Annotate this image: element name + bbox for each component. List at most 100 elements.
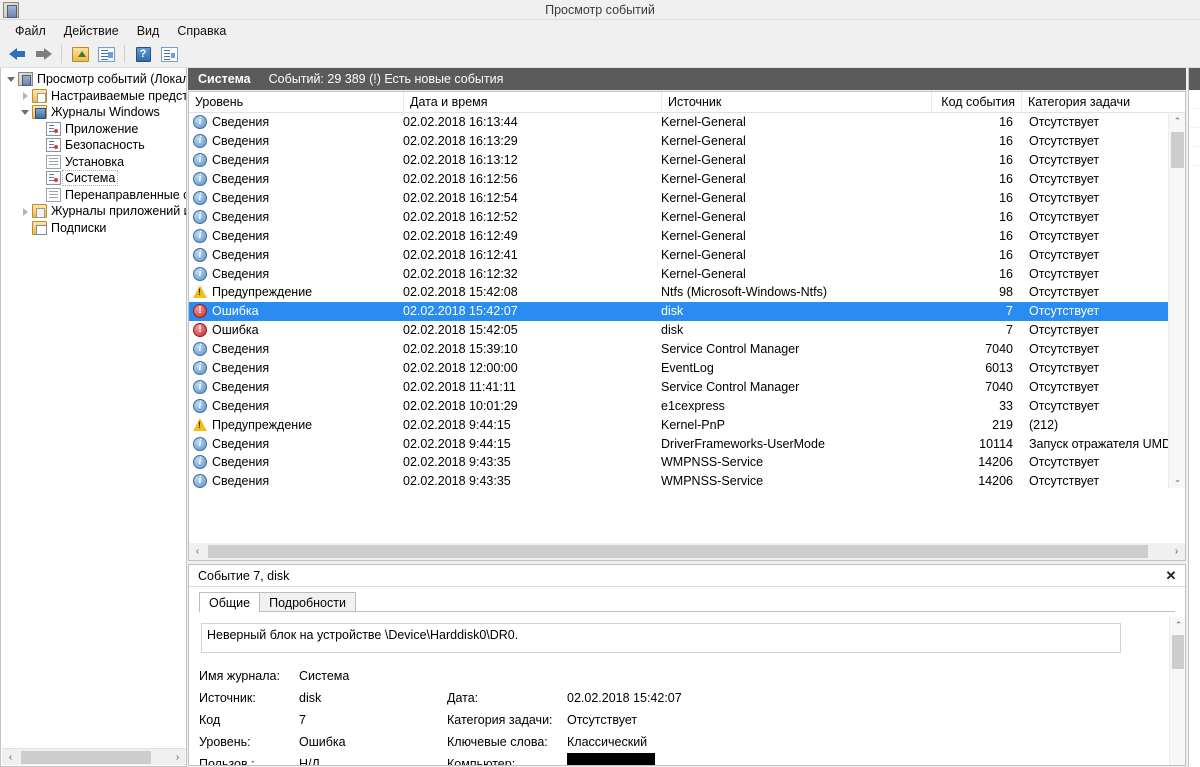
tree-node-4[interactable]: Безопасность — [1, 137, 187, 154]
tree-node-8[interactable]: Журналы приложений и сл — [1, 203, 187, 220]
tab-general[interactable]: Общие — [199, 592, 260, 612]
menu-action[interactable]: Действие — [55, 22, 128, 40]
table-row[interactable]: Предупреждение02.02.2018 15:42:08Ntfs (M… — [189, 283, 1185, 302]
column-header-date[interactable]: Дата и время — [403, 92, 661, 113]
table-row[interactable]: Сведения02.02.2018 16:12:56Kernel-Genera… — [189, 170, 1185, 189]
table-row[interactable]: Сведения02.02.2018 9:43:35WMPNSS-Service… — [189, 472, 1185, 488]
close-icon[interactable]: ✕ — [1163, 568, 1179, 584]
actions-pane-item[interactable] — [1189, 128, 1200, 147]
info-icon — [193, 134, 207, 148]
event-detail-vertical-scrollbar[interactable]: ⌃ — [1169, 617, 1185, 765]
event-list-horizontal-scrollbar[interactable]: ‹ › — [189, 543, 1185, 560]
event-list-vertical-scrollbar[interactable]: ⌃ ⌄ — [1168, 113, 1185, 488]
cell-date: 02.02.2018 16:12:52 — [403, 210, 661, 224]
table-row[interactable]: Сведения02.02.2018 10:01:29e1cexpress33О… — [189, 396, 1185, 415]
tree-node-3[interactable]: Приложение — [1, 121, 187, 138]
chevron-open-icon[interactable] — [19, 106, 32, 119]
tree-scroll-left-icon[interactable]: ‹ — [2, 749, 19, 766]
cell-source: WMPNSS-Service — [661, 474, 931, 488]
table-row[interactable]: Сведения02.02.2018 12:00:00EventLog6013О… — [189, 359, 1185, 378]
tab-details[interactable]: Подробности — [259, 592, 356, 612]
cell-category: Отсутствует — [1021, 153, 1181, 167]
tree-node-0[interactable]: Просмотр событий (Локальн — [1, 71, 187, 88]
event-message-box[interactable]: Неверный блок на устройстве \Device\Hard… — [201, 623, 1121, 653]
cell-category: Отсутствует — [1021, 304, 1181, 318]
tree-horizontal-scrollbar[interactable]: ‹ › — [2, 748, 186, 765]
up-folder-button[interactable] — [68, 43, 92, 66]
help-button[interactable]: ? — [131, 43, 155, 66]
cell-category: Отсутствует — [1021, 248, 1181, 262]
windows-logs-folder-icon — [32, 105, 47, 119]
properties-button[interactable] — [94, 43, 118, 66]
detail-scroll-thumb[interactable] — [1172, 635, 1184, 669]
tree-node-1[interactable]: Настраиваемые представле — [1, 88, 187, 105]
warning-icon — [193, 418, 207, 431]
actions-pane-item[interactable] — [1189, 109, 1200, 128]
tree-node-5[interactable]: Установка — [1, 154, 187, 171]
cell-category: Отсутствует — [1021, 285, 1181, 299]
table-row[interactable]: Сведения02.02.2018 9:44:15DriverFramewor… — [189, 434, 1185, 453]
detail-value-right: 02.02.2018 15:42:07 — [567, 691, 867, 705]
tree-node-label: Подписки — [51, 221, 106, 235]
table-row[interactable]: Ошибка02.02.2018 15:42:05disk7Отсутствуе… — [189, 321, 1185, 340]
table-row[interactable]: Сведения02.02.2018 16:12:32Kernel-Genera… — [189, 264, 1185, 283]
tree-node-2[interactable]: Журналы Windows — [1, 104, 187, 121]
detail-value-right — [567, 753, 867, 766]
column-header-category[interactable]: Категория задачи — [1021, 92, 1181, 113]
tree-spacer — [33, 155, 46, 168]
column-header-source[interactable]: Источник — [661, 92, 931, 113]
event-list-scroll-up-icon[interactable]: ⌃ — [1169, 113, 1186, 130]
table-row[interactable]: Сведения02.02.2018 16:13:29Kernel-Genera… — [189, 132, 1185, 151]
tree-scroll-track[interactable] — [19, 749, 169, 766]
table-row[interactable]: Сведения02.02.2018 16:12:41Kernel-Genera… — [189, 245, 1185, 264]
column-header-eventid[interactable]: Код события — [931, 92, 1021, 113]
tree-node-6[interactable]: Система — [1, 170, 187, 187]
tree-scroll-right-icon[interactable]: › — [169, 749, 186, 766]
event-list-scroll-down-icon[interactable]: ⌄ — [1169, 471, 1186, 488]
table-row[interactable]: Сведения02.02.2018 15:39:10Service Contr… — [189, 340, 1185, 359]
table-row[interactable]: Сведения02.02.2018 16:12:54Kernel-Genera… — [189, 189, 1185, 208]
info-icon — [193, 191, 207, 205]
table-row[interactable]: Сведения02.02.2018 16:12:52Kernel-Genera… — [189, 207, 1185, 226]
column-header-level[interactable]: Уровень — [189, 92, 403, 113]
cell-level-label: Сведения — [212, 342, 269, 356]
tree-node-7[interactable]: Перенаправленные соб — [1, 187, 187, 204]
cell-level: Сведения — [189, 399, 403, 413]
cell-category: Отсутствует — [1021, 267, 1181, 281]
tree-spacer — [33, 139, 46, 152]
menu-file[interactable]: Файл — [6, 22, 55, 40]
show-action-pane-button[interactable] — [157, 43, 181, 66]
table-row[interactable]: Сведения02.02.2018 16:12:49Kernel-Genera… — [189, 226, 1185, 245]
table-row[interactable]: Ошибка02.02.2018 15:42:07disk7Отсутствуе… — [189, 302, 1185, 321]
table-row[interactable]: Сведения02.02.2018 11:41:11Service Contr… — [189, 377, 1185, 396]
cell-source: EventLog — [661, 361, 931, 375]
event-list-scroll-thumb[interactable] — [1171, 132, 1184, 168]
chevron-closed-icon[interactable] — [19, 205, 32, 218]
chevron-closed-icon[interactable] — [19, 89, 32, 102]
back-button[interactable] — [5, 43, 29, 66]
cell-level-label: Сведения — [212, 474, 269, 488]
actions-pane-item[interactable] — [1189, 147, 1200, 166]
event-list-hscroll-thumb[interactable] — [208, 545, 1148, 558]
log-status: Событий: 29 389 (!) Есть новые события — [269, 72, 504, 86]
chevron-open-icon[interactable] — [5, 73, 18, 86]
event-list-scroll-right-icon[interactable]: › — [1168, 543, 1185, 560]
table-row[interactable]: Сведения02.02.2018 16:13:12Kernel-Genera… — [189, 151, 1185, 170]
cell-source: Kernel-General — [661, 134, 931, 148]
main-content: Просмотр событий (ЛокальнНастраиваемые п… — [0, 68, 1200, 767]
menu-view[interactable]: Вид — [128, 22, 169, 40]
tree-node-9[interactable]: Подписки — [1, 220, 187, 237]
menu-help[interactable]: Справка — [168, 22, 235, 40]
cell-level: Сведения — [189, 380, 403, 394]
event-list-scroll-left-icon[interactable]: ‹ — [189, 543, 206, 560]
cell-eventid: 7040 — [931, 342, 1021, 356]
table-row[interactable]: Предупреждение02.02.2018 9:44:15Kernel-P… — [189, 415, 1185, 434]
table-row[interactable]: Сведения02.02.2018 16:13:44Kernel-Genera… — [189, 113, 1185, 132]
detail-scroll-up-icon[interactable]: ⌃ — [1170, 617, 1186, 634]
cell-level-label: Сведения — [212, 399, 269, 413]
table-row[interactable]: Сведения02.02.2018 9:43:35WMPNSS-Service… — [189, 453, 1185, 472]
actions-pane-item[interactable] — [1189, 90, 1200, 109]
tree-scroll-thumb[interactable] — [21, 751, 151, 764]
cell-level: Сведения — [189, 210, 403, 224]
forward-button[interactable] — [31, 43, 55, 66]
